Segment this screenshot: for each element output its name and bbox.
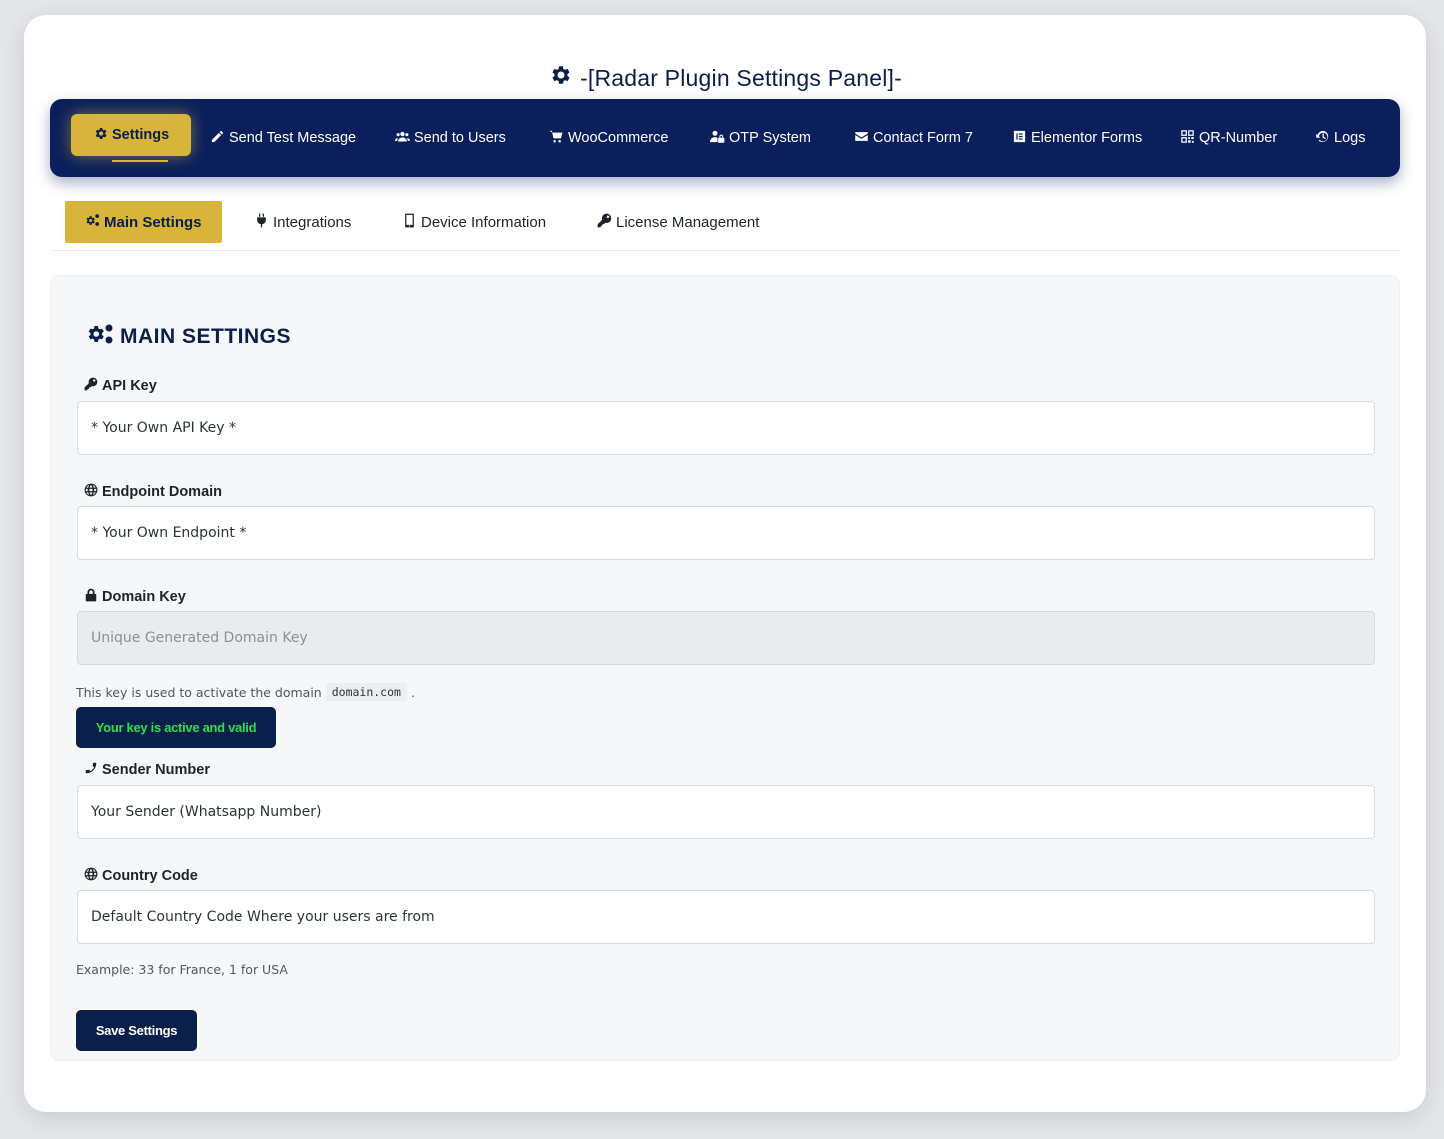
main-settings-panel: MAIN SETTINGS API Key * Your Own API Key… xyxy=(50,275,1400,1061)
tab-send-test-message[interactable]: Send Test Message xyxy=(210,99,356,177)
domain-code: domain.com xyxy=(325,683,407,701)
section-title: MAIN SETTINGS xyxy=(86,323,291,351)
subtab-device-information[interactable]: Device Information xyxy=(402,201,546,243)
elementor-icon xyxy=(1012,129,1027,148)
user-lock-icon xyxy=(710,129,725,148)
country-code-input[interactable]: Default Country Code Where your users ar… xyxy=(77,890,1375,944)
domain-key-label: Domain Key xyxy=(84,588,186,606)
subtab-main-settings[interactable]: Main Settings xyxy=(65,201,222,243)
lock-icon xyxy=(84,588,98,606)
subtab-integrations[interactable]: Integrations xyxy=(254,201,351,243)
page-title-text: -[Radar Plugin Settings Panel]- xyxy=(580,64,902,91)
globe-icon xyxy=(84,483,98,501)
users-icon xyxy=(395,129,410,148)
section-title-text: MAIN SETTINGS xyxy=(120,325,292,348)
tab-qr-number[interactable]: QR-Number xyxy=(1180,99,1277,177)
gear-icon xyxy=(548,63,572,93)
tab-otp-system[interactable]: OTP System xyxy=(710,99,811,177)
subtab-label: License Management xyxy=(616,213,760,231)
phone-icon xyxy=(84,761,98,779)
gear-icon xyxy=(93,126,108,145)
key-icon xyxy=(597,213,612,232)
pencil-icon xyxy=(210,129,225,148)
globe-icon xyxy=(84,867,98,885)
plug-icon xyxy=(254,213,269,232)
tab-label: Logs xyxy=(1334,130,1366,146)
status-badge: Your key is active and valid xyxy=(76,707,276,748)
tab-label: Send Test Message xyxy=(229,130,357,146)
domain-key-help: This key is used to activate the domain … xyxy=(76,683,415,701)
tab-logs[interactable]: Logs xyxy=(1315,99,1365,177)
endpoint-domain-input[interactable]: * Your Own Endpoint * xyxy=(77,506,1375,560)
subtab-label: Device Information xyxy=(421,213,547,231)
subtab-label: Main Settings xyxy=(104,213,202,231)
api-key-label: API Key xyxy=(84,377,157,395)
tab-label: OTP System xyxy=(729,130,811,146)
qrcode-icon xyxy=(1180,129,1195,148)
save-settings-button[interactable]: Save Settings xyxy=(76,1010,197,1051)
mobile-icon xyxy=(402,213,417,232)
top-nav: Settings Send Test Message Send to Users… xyxy=(50,99,1400,177)
tab-elementor-forms[interactable]: Elementor Forms xyxy=(1012,99,1142,177)
tab-label: Send to Users xyxy=(414,130,506,146)
history-icon xyxy=(1315,129,1330,148)
gears-icon xyxy=(86,323,114,351)
tab-label: Elementor Forms xyxy=(1031,130,1143,146)
country-code-help: Example: 33 for France, 1 for USA xyxy=(76,962,288,977)
envelope-icon xyxy=(854,129,869,148)
tab-label: WooCommerce xyxy=(568,130,669,146)
sender-number-input[interactable]: Your Sender (Whatsapp Number) xyxy=(77,785,1375,839)
api-key-input[interactable]: * Your Own API Key * xyxy=(77,401,1375,455)
gears-icon xyxy=(85,213,100,232)
tab-label: Contact Form 7 xyxy=(873,130,973,146)
country-code-label: Country Code xyxy=(84,867,198,885)
key-icon xyxy=(84,377,98,395)
subtab-label: Integrations xyxy=(273,213,352,231)
tab-woocommerce[interactable]: WooCommerce xyxy=(549,99,668,177)
settings-subtabs: Main Settings Integrations Device Inform… xyxy=(50,201,1400,251)
endpoint-domain-label: Endpoint Domain xyxy=(84,483,222,501)
settings-card: -[Radar Plugin Settings Panel]- Settings… xyxy=(24,15,1426,1112)
page-title: -[Radar Plugin Settings Panel]- xyxy=(24,63,1426,93)
tab-contact-form-7[interactable]: Contact Form 7 xyxy=(854,99,973,177)
tab-send-to-users[interactable]: Send to Users xyxy=(395,99,506,177)
cart-icon xyxy=(549,129,564,148)
tab-label: QR-Number xyxy=(1199,130,1278,146)
domain-key-input: Unique Generated Domain Key xyxy=(77,611,1375,665)
tab-label: Settings xyxy=(112,127,170,143)
active-tab-indicator xyxy=(112,160,168,162)
tab-settings[interactable]: Settings xyxy=(71,114,192,156)
sender-number-label: Sender Number xyxy=(84,761,210,779)
subtab-license-management[interactable]: License Management xyxy=(597,201,759,243)
